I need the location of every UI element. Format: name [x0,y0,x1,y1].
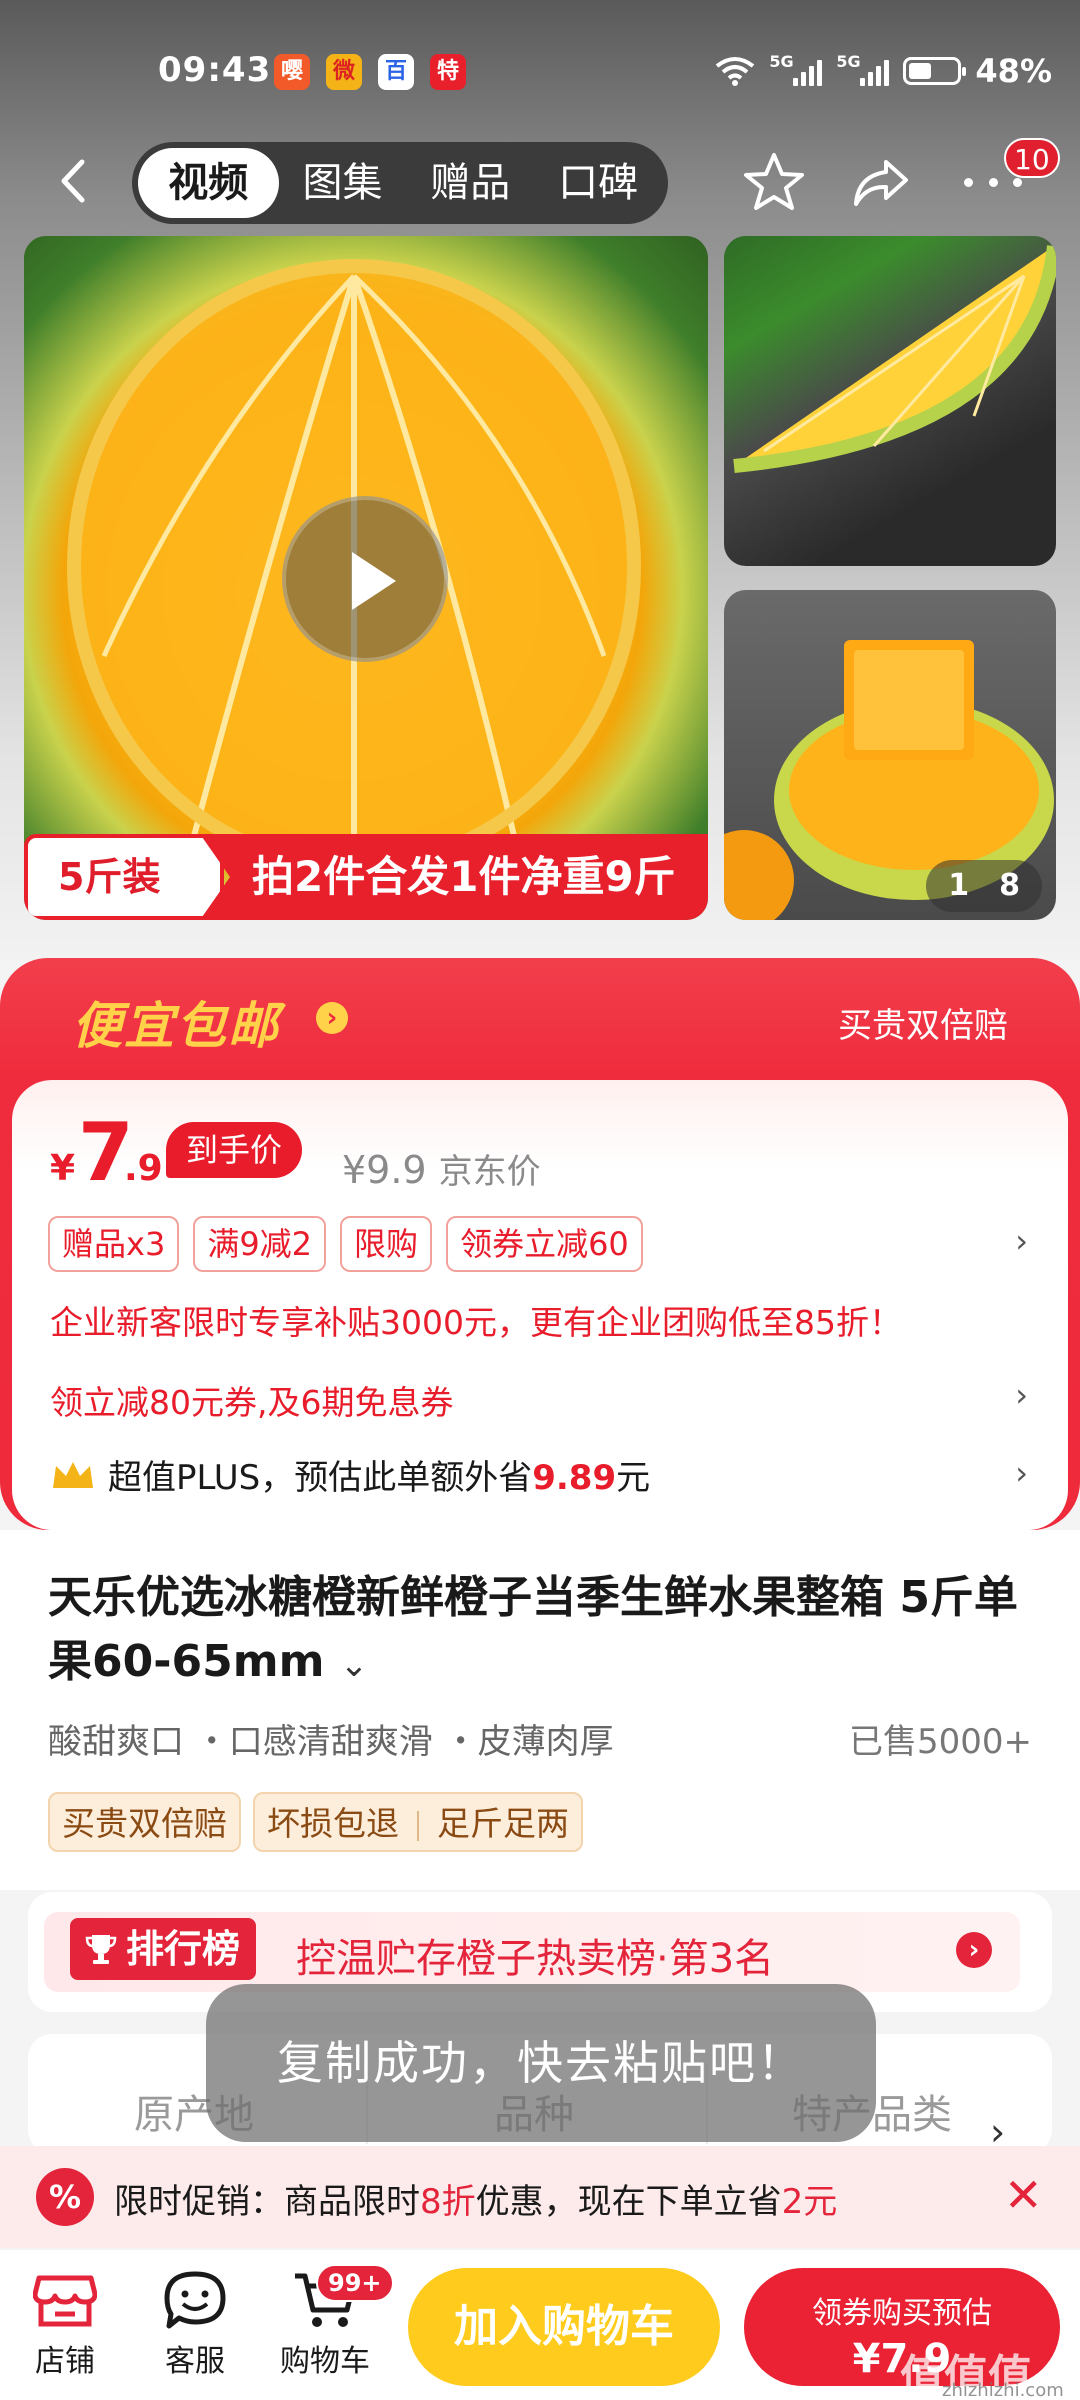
service-tag-full-weight: 足斤足两 [437,1804,569,1843]
gallery-thumbnail-orange-cubes[interactable]: 1 8 [724,590,1056,920]
shop-button[interactable]: 店铺 [10,2262,120,2392]
customer-service-label: 客服 [165,2344,225,2379]
chat-smile-icon [164,2271,226,2329]
promo-bundle-label: 拍2件合发1件净重9斤 [200,834,708,920]
flash-discount: 8折 [420,2182,476,2222]
gallery-thumbnail-orange-slice[interactable] [724,236,1056,566]
service-tag-damage-return: 坏损包退 [267,1804,399,1843]
gallery-counter-total: 8 [999,868,1020,903]
plus-unit: 元 [616,1458,651,1498]
close-icon[interactable]: ✕ [1004,2168,1043,2222]
service-tag-double-refund[interactable]: 买贵双倍赔 [48,1792,241,1852]
deal-chevron-icon[interactable]: › [316,1002,348,1034]
ranking-arrow-icon[interactable]: › [956,1932,992,1968]
sold-count: 已售5000+ [848,1722,1032,1762]
gallery-counter: 1 8 [926,860,1042,912]
jd-price: ¥9.9 京东价 [342,1144,541,1193]
media-tabs: 视频 图集 赠品 口碑 [132,142,668,224]
status-time: 09:43 [158,50,272,90]
baidu-icon: 百 [378,54,414,90]
signal-2-label: 5G [836,52,861,71]
tab-reviews[interactable]: 口碑 [534,148,662,218]
promo-chips[interactable]: 赠品x3 满9减2 限购 领券立减60 [48,1216,643,1272]
add-to-cart-button[interactable]: 加入购物车 [408,2268,720,2386]
enterprise-promo-text[interactable]: 企业新客限时专享补贴3000元，更有企业团购低至85折！ [50,1296,902,1344]
notification-app-icon: 嘤 [274,54,310,90]
deal-title[interactable]: 便宜包邮 [72,986,280,1058]
service-tags[interactable]: 买贵双倍赔 坏损包退 足斤足两 [48,1792,583,1852]
price-currency: ¥ [50,1148,76,1189]
battery-icon [903,57,967,85]
message-count-badge: 10 [1004,138,1060,178]
plus-crown-icon [53,1461,93,1488]
signal-1-label: 5G [769,52,794,71]
product-title-text: 天乐优选冰糖橙新鲜橙子当季生鲜水果整箱 5斤单果60-65mm [48,1572,1018,1687]
trophy-icon [85,1935,117,1964]
main-video-thumbnail[interactable]: 5斤装 拍2件合发1件净重9斤 [24,236,708,920]
title-expand-chevron-icon[interactable]: ⌄ [340,1645,369,1685]
battery-percent: 48% [975,52,1052,90]
ranking-text: 控温贮存橙子热卖榜·第3名 [296,1936,775,1982]
plus-savings-row[interactable]: 超值PLUS，预估此单额外省9.89元 [50,1450,650,1499]
buy-now-label: 领券购买预估 [812,2296,992,2331]
promo-chips-chevron-icon[interactable]: › [1015,1222,1028,1260]
watermark-url: zhizhizhi.com [942,2380,1064,2400]
price-guarantee-link[interactable]: 买贵双倍赔 [838,998,1008,1047]
wifi-icon [716,57,755,86]
flash-save: 2元 [781,2182,838,2222]
promo-chip-coupon[interactable]: 领券立减60 [446,1216,643,1272]
tab-gallery[interactable]: 图集 [279,148,407,218]
copy-success-toast: 复制成功，快去粘贴吧！ [206,1984,876,2142]
nav-bar: 视频 图集 赠品 口碑 10 [0,138,1080,228]
service-tag-group[interactable]: 坏损包退 足斤足两 [253,1792,583,1852]
promo-chip-discount[interactable]: 满9减2 [193,1216,327,1272]
jd-price-value: ¥9.9 [342,1148,427,1192]
back-icon[interactable] [52,158,98,204]
tejia-icon: 特 [430,54,466,90]
favorite-star-icon[interactable] [742,150,806,214]
shop-icon [33,2275,97,2327]
gallery-counter-current: 1 [948,868,970,903]
plus-chevron-icon[interactable]: › [1015,1454,1028,1492]
status-indicators: 5G 5G 48% [715,52,1052,90]
cart-count-badge: 99+ [316,2264,394,2302]
tab-video[interactable]: 视频 [138,148,279,218]
promo-weight-label: 5斤装 [24,834,224,920]
weibo-icon: 微 [326,54,362,90]
coupon-chevron-icon[interactable]: › [1015,1376,1028,1414]
plus-savings-text: 超值PLUS，预估此单额外省9.89元 [108,1450,650,1499]
jd-price-label: 京东价 [438,1152,541,1192]
share-icon[interactable] [850,152,912,214]
flash-sale-text: 限时促销：商品限时8折优惠，现在下单立省2元 [114,2174,837,2223]
promo-banner: 5斤装 拍2件合发1件净重9斤 [24,828,708,920]
plus-label: 超值PLUS，预估此单额外省 [108,1458,533,1498]
signal-2-icon: 5G [836,52,890,86]
final-price-tag: 到手价 [166,1122,303,1178]
product-title[interactable]: 天乐优选冰糖橙新鲜橙子当季生鲜水果整箱 5斤单果60-65mm ⌄ [48,1566,1038,1697]
flash-prefix: 限时促销：商品限时 [114,2182,420,2222]
cart-label: 购物车 [280,2344,370,2379]
flash-middle: 优惠，现在下单立省 [475,2182,782,2222]
plus-amount: 9.89 [532,1458,617,1498]
signal-1-icon: 5G [769,52,823,86]
customer-service-button[interactable]: 客服 [140,2262,250,2392]
coupon-promo-text[interactable]: 领立减80元券,及6期免息券 [50,1376,453,1424]
play-video-button[interactable] [282,496,448,662]
orange-slice-image [733,245,1056,473]
promo-chip-limit[interactable]: 限购 [340,1216,433,1272]
discount-percent-icon: % [36,2168,94,2226]
tab-gifts[interactable]: 赠品 [406,148,534,218]
product-features: 酸甜爽口 ・口感清甜爽滑 ・皮薄肉厚 [48,1722,614,1762]
price-decimal: .9 [124,1148,163,1189]
promo-chip-gifts[interactable]: 赠品x3 [48,1216,180,1272]
shop-label: 店铺 [35,2344,95,2379]
status-bar: 09:43 嘤 微 百 特 5G 5G 48% [0,40,1080,110]
